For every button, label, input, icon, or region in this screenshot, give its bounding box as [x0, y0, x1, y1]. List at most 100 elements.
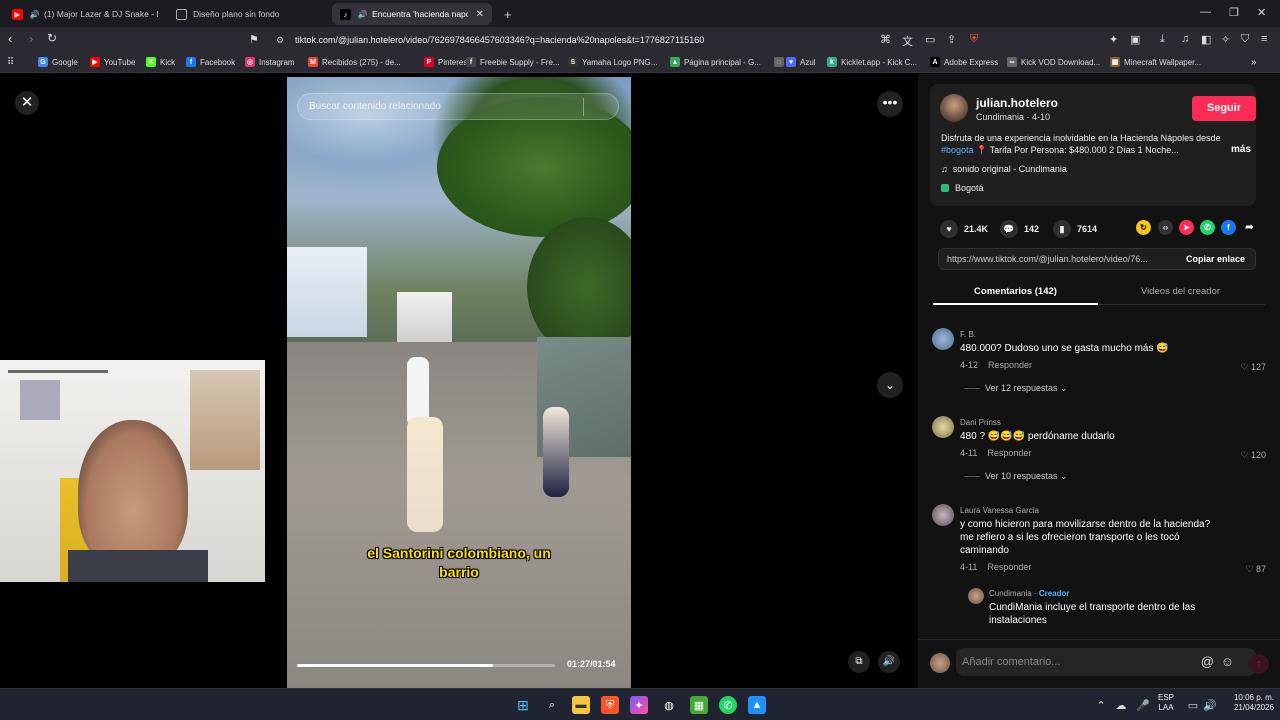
location-row[interactable]: Bogotá	[941, 183, 984, 193]
comment-like[interactable]: ♡ 120	[1240, 450, 1266, 461]
embed-icon[interactable]: ‹›	[1158, 220, 1173, 235]
volume-button[interactable]: 🔊	[878, 651, 900, 673]
music-row[interactable]: ♫ sonido original - Cundimania	[941, 164, 1067, 174]
bookmark-item[interactable]: ∞ Kick VOD Download...	[1007, 57, 1100, 67]
leo-ai-icon[interactable]: ✧	[1221, 33, 1230, 46]
avatar[interactable]	[932, 328, 954, 350]
tray-app-icon[interactable]: ☁	[1112, 696, 1130, 714]
brave-browser-icon[interactable]: ⛨	[601, 696, 619, 714]
follow-button[interactable]: Seguir	[1192, 96, 1256, 121]
post-comment-button[interactable]: ↑	[1249, 654, 1269, 674]
menu-icon[interactable]: ≡	[1261, 33, 1267, 45]
apps-icon[interactable]: ⠿	[7, 57, 14, 68]
emoji-icon[interactable]: ☺	[1221, 648, 1234, 676]
repost-icon[interactable]: ↻	[1136, 220, 1151, 235]
comment-like[interactable]: ♡ 87	[1245, 564, 1266, 575]
bookmark-item[interactable]: ▶ YouTube	[90, 57, 135, 67]
avatar[interactable]	[968, 588, 984, 604]
reply-button[interactable]: Responder	[987, 448, 1031, 458]
hashtag-link[interactable]: #bogota	[941, 145, 974, 155]
video-player[interactable]: Buscar contenido relacionado ⌕ el Santor…	[287, 77, 631, 688]
mention-icon[interactable]: @	[1201, 648, 1214, 676]
microphone-icon[interactable]: 🎤	[1134, 696, 1152, 714]
bookmark-item[interactable]: ◎ Instagram	[245, 57, 295, 67]
close-tab-icon[interactable]: ✕	[476, 9, 484, 20]
tab-design[interactable]: Diseño plano sin fondo	[168, 3, 328, 25]
bookmark-item[interactable]: P Pinterest	[424, 57, 470, 67]
comment-author[interactable]: Dani Prinss	[960, 418, 1001, 427]
reply-button[interactable]: Responder	[987, 562, 1031, 572]
site-info-icon[interactable]: ⚙	[276, 30, 284, 50]
tab-comments[interactable]: Comentarios (142)	[933, 286, 1098, 297]
comment-like[interactable]: ♡ 127	[1240, 362, 1266, 373]
wallet-icon[interactable]: ▣	[1130, 33, 1140, 46]
media-icon[interactable]: ♫	[1181, 33, 1189, 45]
extensions-icon[interactable]: ✦	[1109, 33, 1118, 46]
share-link-text[interactable]: https://www.tiktok.com/@julian.hotelero/…	[947, 254, 1169, 264]
comment-stat[interactable]: 💬 142	[1000, 220, 1039, 238]
avatar[interactable]	[940, 94, 968, 122]
bookmark-item[interactable]: f Facebook	[186, 57, 235, 67]
download-icon[interactable]: ⤓	[1160, 33, 1165, 46]
windows-start-icon[interactable]: ⊞	[514, 696, 532, 714]
search-icon[interactable]: ⌕	[543, 696, 561, 714]
next-video-button[interactable]: ⌄	[877, 372, 903, 398]
language-indicator[interactable]: ESP LAA	[1158, 693, 1174, 713]
tab-youtube[interactable]: ▶ 🔊 (1) Major Lazer & DJ Snake - Lea	[4, 3, 166, 25]
bookmark-item[interactable]: ▲ Página principal - G...	[670, 57, 761, 67]
view-replies-button[interactable]: Ver 12 respuestas ⌄	[964, 383, 1068, 394]
tray-expand-icon[interactable]: ⌃	[1092, 696, 1110, 714]
send-icon[interactable]: ➤	[1179, 220, 1194, 235]
bookmark-item[interactable]: k Kicklet.app - Kick C...	[827, 57, 917, 67]
more-bookmarks-icon[interactable]: »	[1251, 57, 1257, 68]
picture-in-picture-button[interactable]: ⧉	[848, 651, 870, 673]
bookmark-item[interactable]: K Kick	[146, 57, 175, 67]
tab-creator-videos[interactable]: Videos del creador	[1098, 286, 1263, 297]
like-stat[interactable]: ♥ 21.4K	[940, 220, 988, 238]
clock[interactable]: 10:06 p. m. 21/04/2026	[1224, 693, 1274, 713]
back-icon[interactable]: ‹	[8, 31, 12, 46]
bookmark-item[interactable]: ♥ Azul	[786, 57, 816, 67]
copilot-icon[interactable]: ✦	[630, 696, 648, 714]
whatsapp-icon[interactable]: ✆	[1200, 220, 1215, 235]
bookmark-item[interactable]: S Yamaha Logo PNG...	[568, 57, 657, 67]
avatar[interactable]	[932, 416, 954, 438]
close-video-button[interactable]: ✕	[15, 91, 39, 115]
brave-shields-icon[interactable]: ⛨	[970, 33, 978, 46]
more-options-button[interactable]: •••	[877, 91, 903, 117]
new-tab-button[interactable]: +	[496, 3, 520, 25]
restore-icon[interactable]: ❐	[1229, 6, 1239, 19]
forward-icon[interactable]: ›	[29, 31, 33, 46]
translate-icon[interactable]: 文	[902, 33, 913, 49]
avatar[interactable]	[932, 504, 954, 526]
bookmark-item[interactable]: A Adobe Express	[930, 57, 998, 67]
bookmark-item[interactable]: G Google	[38, 57, 78, 67]
comment-input[interactable]: Añadir comentario... @ ☺	[956, 648, 1256, 676]
whatsapp-icon[interactable]: ✆	[719, 696, 737, 714]
video-progress-bar[interactable]	[297, 664, 555, 667]
app-icon[interactable]: ◍	[660, 696, 678, 714]
more-link[interactable]: más	[1231, 144, 1251, 155]
bookmark-item[interactable]: ▦ Minecraft Wallpaper...	[1110, 57, 1201, 67]
video-search-box[interactable]: Buscar contenido relacionado ⌕	[297, 93, 619, 120]
bookmark-item[interactable]: M Recibidos (275) - de...	[308, 57, 401, 67]
save-stat[interactable]: ▮ 7614	[1053, 220, 1097, 238]
app-icon[interactable]: ▦	[690, 696, 708, 714]
comment-author[interactable]: F. B.	[960, 330, 976, 339]
share-arrow-icon[interactable]: ➦	[1242, 220, 1257, 235]
share-icon[interactable]: ⇪	[947, 33, 956, 46]
reply-author-name[interactable]: Cundimania	[989, 589, 1032, 598]
comment-author[interactable]: Laura Vanessa Garcia	[960, 506, 1039, 515]
sidebar-icon[interactable]: ◧	[1201, 33, 1211, 46]
bookmark-item[interactable]: f Freebie Supply - Fre...	[466, 57, 560, 67]
translate-off-icon[interactable]: ⌘	[880, 33, 891, 46]
volume-icon[interactable]: 🔊	[1201, 696, 1219, 714]
copy-link-button[interactable]: Copiar enlace	[1186, 254, 1245, 264]
file-explorer-icon[interactable]: ▬	[572, 696, 590, 714]
view-replies-button[interactable]: Ver 10 respuestas ⌄	[964, 471, 1068, 482]
facebook-icon[interactable]: f	[1221, 220, 1236, 235]
minimize-icon[interactable]: —	[1200, 6, 1211, 18]
search-icon[interactable]: ⌕	[309, 99, 610, 114]
reply-button[interactable]: Responder	[988, 360, 1032, 370]
app-icon[interactable]: ▲	[748, 696, 766, 714]
